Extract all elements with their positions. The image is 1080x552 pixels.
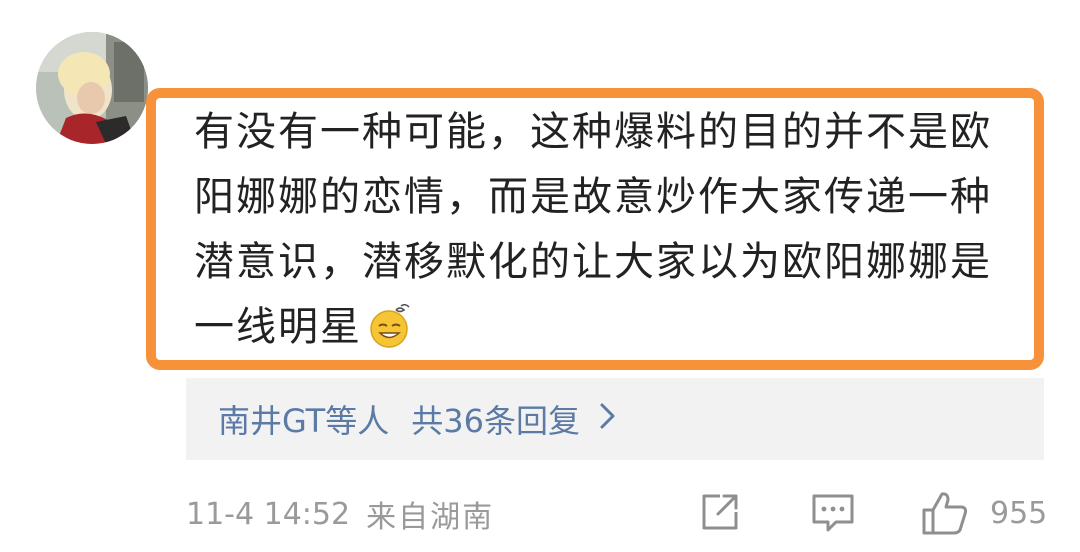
comment-line: 阳娜娜的恋情，而是故意炒作大家传递一种: [194, 174, 992, 220]
replies-link[interactable]: 南井GT等人 共36条回复: [186, 378, 1044, 460]
comment-card: 有没有一种可能，这种爆料的目的并不是欧 阳娜娜的恋情，而是故意炒作大家传递一种 潜意…: [0, 0, 1080, 552]
like-icon[interactable]: [920, 490, 970, 544]
like-count: 955: [990, 496, 1048, 531]
comment-line: 潜意识，潜移默化的让大家以为欧阳娜娜是: [194, 239, 992, 285]
sweat-smile-emoji-icon: [368, 303, 414, 368]
share-icon[interactable]: [698, 490, 742, 542]
reply-count[interactable]: 共36条回复: [411, 396, 580, 442]
reply-users[interactable]: 南井GT等人: [218, 396, 389, 442]
highlighted-comment: 有没有一种可能，这种爆料的目的并不是欧 阳娜娜的恋情，而是故意炒作大家传递一种 潜意…: [146, 88, 1044, 370]
avatar-image: [36, 32, 148, 144]
comment-line: 一线明星: [194, 304, 362, 350]
comment-line: 有没有一种可能，这种爆料的目的并不是欧: [194, 109, 992, 155]
chevron-right-icon[interactable]: [598, 400, 618, 438]
comment-footer: 11-4 14:52 来自湖南 955: [186, 486, 1056, 542]
post-source: 来自湖南: [366, 500, 495, 535]
timestamp: 11-4 14:52: [186, 496, 351, 532]
avatar[interactable]: [36, 32, 148, 144]
comment-icon[interactable]: [810, 490, 856, 544]
comment-text: 有没有一种可能，这种爆料的目的并不是欧 阳娜娜的恋情，而是故意炒作大家传递一种 潜意…: [194, 100, 1036, 368]
